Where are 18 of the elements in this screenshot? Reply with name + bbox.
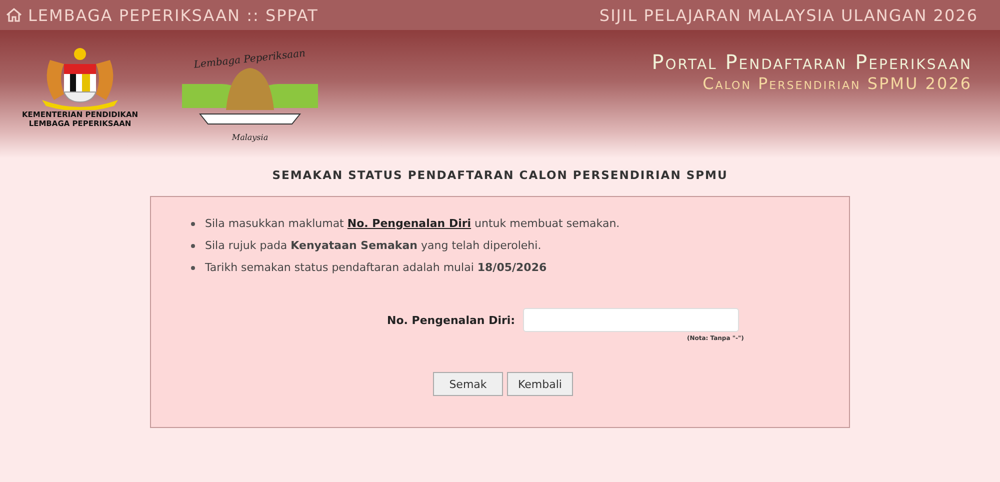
check-button[interactable]: Semak <box>433 372 503 396</box>
id-link[interactable]: No. Pengenalan Diri <box>347 217 472 230</box>
bullet-icon <box>191 222 195 226</box>
portal-subtitle: Calon Persendirian SPMU 2026 <box>702 74 972 93</box>
bullet-icon <box>191 244 195 248</box>
home-icon[interactable] <box>6 7 22 23</box>
instruction-text: Tarikh semakan status pendaftaran adalah mulai 18/05/2026 <box>205 261 547 274</box>
id-label: No. Pengenalan Diri: <box>387 314 516 326</box>
board-logo: Lembaga Peperiksaan Malaysia <box>180 44 320 144</box>
exam-title: SIJIL PELAJARAN MALAYSIA ULANGAN 2026 <box>599 6 978 24</box>
id-input-field[interactable] <box>523 308 740 332</box>
instruction-text: Sila rujuk pada Kenyataan Semakan yang telah diperolehi. <box>205 239 542 252</box>
site-title: LEMBAGA PEPERIKSAAN :: SPPAT <box>28 6 318 24</box>
instruction-text: Sila masukkan maklumat No. Pengenalan Diri untuk membuat semakan. <box>205 217 620 230</box>
portal-title: Portal Pendaftaran Peperiksaan <box>652 50 972 74</box>
bullet-icon <box>191 266 195 270</box>
back-button[interactable]: Kembali <box>507 372 573 396</box>
page-title: SEMAKAN STATUS PENDAFTARAN CALON PERSENDIRIAN SPMU <box>271 168 729 182</box>
